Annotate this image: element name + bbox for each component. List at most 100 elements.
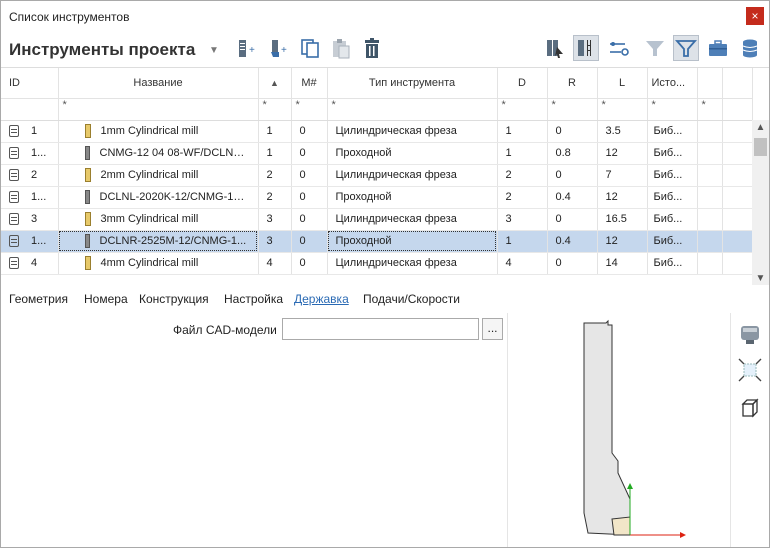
database-icon[interactable]: [737, 35, 763, 61]
m-cell[interactable]: 0: [291, 208, 328, 231]
d-cell[interactable]: 2: [497, 186, 548, 209]
add-tool-icon[interactable]: +: [233, 35, 259, 61]
id-cell[interactable]: 4: [1, 252, 59, 275]
column-header-type[interactable]: Тип инструмента: [327, 68, 498, 99]
table-row[interactable]: 2 2mm Cylindrical mill 2 0 Цилиндрическая фр…: [1, 164, 753, 187]
l-cell[interactable]: 12: [597, 230, 648, 253]
filter-cell[interactable]: *: [58, 98, 259, 121]
column-header-d[interactable]: D: [497, 68, 548, 99]
n-cell[interactable]: 3: [258, 208, 292, 231]
type-cell[interactable]: Проходной: [327, 186, 498, 209]
l-cell[interactable]: 7: [597, 164, 648, 187]
holder-preview[interactable]: [507, 313, 731, 547]
column-header-id[interactable]: ID: [1, 68, 59, 99]
l-cell[interactable]: 12: [597, 186, 648, 209]
filter-cell[interactable]: [1, 98, 59, 121]
tab-geometry[interactable]: Геометрия: [9, 292, 68, 306]
tab-holder[interactable]: Державка: [294, 292, 349, 306]
n-cell[interactable]: 2: [258, 164, 292, 187]
type-cell[interactable]: Проходной: [327, 230, 498, 253]
id-cell[interactable]: 3: [1, 208, 59, 231]
extra-cell[interactable]: [697, 252, 723, 275]
tab-numbers[interactable]: Номера: [84, 292, 128, 306]
holder-3d-icon[interactable]: [733, 319, 767, 349]
src-cell[interactable]: Биб...: [647, 186, 698, 209]
src-cell[interactable]: Биб...: [647, 230, 698, 253]
m-cell[interactable]: 0: [291, 120, 328, 143]
type-cell[interactable]: Цилиндрическая фреза: [327, 120, 498, 143]
scroll-up-icon[interactable]: ▲: [752, 122, 769, 133]
id-cell[interactable]: 1...: [1, 186, 59, 209]
m-cell[interactable]: 0: [291, 230, 328, 253]
tab-setup[interactable]: Настройка: [224, 292, 283, 306]
id-cell[interactable]: 1...: [1, 142, 59, 165]
column-header-r[interactable]: R: [547, 68, 598, 99]
m-cell[interactable]: 0: [291, 142, 328, 165]
extra-cell[interactable]: [697, 208, 723, 231]
l-cell[interactable]: 16.5: [597, 208, 648, 231]
chevron-down-icon[interactable]: ▼: [209, 45, 219, 56]
n-cell[interactable]: 3: [258, 230, 292, 253]
column-header-name[interactable]: Название: [58, 68, 259, 99]
d-cell[interactable]: 2: [497, 164, 548, 187]
l-cell[interactable]: 14: [597, 252, 648, 275]
src-cell[interactable]: Биб...: [647, 208, 698, 231]
name-cell[interactable]: DCLNL-2020K-12/CNMG-12 ...: [58, 186, 259, 209]
tab-feeds-speeds[interactable]: Подачи/Скорости: [363, 292, 460, 306]
filter-cell[interactable]: *: [597, 98, 648, 121]
id-cell[interactable]: 1: [1, 120, 59, 143]
r-cell[interactable]: 0: [547, 252, 598, 275]
filter-cell[interactable]: *: [547, 98, 598, 121]
table-row[interactable]: 1... DCLNL-2020K-12/CNMG-12 ... 2 0 Проходно…: [1, 186, 753, 209]
r-cell[interactable]: 0: [547, 164, 598, 187]
filter-cell[interactable]: *: [327, 98, 498, 121]
r-cell[interactable]: 0.4: [547, 230, 598, 253]
extra-cell[interactable]: [697, 186, 723, 209]
table-row[interactable]: 1... CNMG-12 04 08-WF/DCLNR... 1 0 Проходной…: [1, 142, 753, 165]
filter-cell[interactable]: *: [258, 98, 292, 121]
name-cell[interactable]: DCLNR-2525M-12/CNMG-1...: [58, 230, 259, 253]
scroll-down-icon[interactable]: ▼: [752, 273, 769, 284]
n-cell[interactable]: 1: [258, 142, 292, 165]
copy-icon[interactable]: [297, 35, 323, 61]
column-header-l[interactable]: L: [597, 68, 648, 99]
paste-icon[interactable]: [328, 35, 354, 61]
tool-assembly-icon[interactable]: [541, 35, 567, 61]
name-cell[interactable]: 3mm Cylindrical mill: [58, 208, 259, 231]
vertical-scrollbar[interactable]: ▲ ▼: [752, 120, 769, 285]
src-cell[interactable]: Биб...: [647, 252, 698, 275]
d-cell[interactable]: 3: [497, 208, 548, 231]
add-holder-icon[interactable]: +: [265, 35, 291, 61]
name-cell[interactable]: 2mm Cylindrical mill: [58, 164, 259, 187]
tab-construction[interactable]: Конструкция: [139, 292, 209, 306]
filter-cell[interactable]: *: [697, 98, 723, 121]
filter-cell[interactable]: *: [497, 98, 548, 121]
column-header-extra[interactable]: [697, 68, 723, 99]
id-cell[interactable]: 2: [1, 164, 59, 187]
toolbox-icon[interactable]: [705, 35, 731, 61]
table-row[interactable]: 4 4mm Cylindrical mill 4 0 Цилиндрическая фр…: [1, 252, 753, 275]
tool-view-icon[interactable]: [573, 35, 599, 61]
column-header-sort[interactable]: ▲: [258, 68, 292, 99]
n-cell[interactable]: 4: [258, 252, 292, 275]
name-cell[interactable]: CNMG-12 04 08-WF/DCLNR...: [58, 142, 259, 165]
filter-cell[interactable]: *: [291, 98, 328, 121]
type-cell[interactable]: Цилиндрическая фреза: [327, 208, 498, 231]
m-cell[interactable]: 0: [291, 186, 328, 209]
m-cell[interactable]: 0: [291, 164, 328, 187]
browse-button[interactable]: ...: [482, 318, 503, 340]
d-cell[interactable]: 1: [497, 230, 548, 253]
type-cell[interactable]: Цилиндрическая фреза: [327, 164, 498, 187]
filter-cell[interactable]: *: [647, 98, 698, 121]
extra-cell[interactable]: [697, 120, 723, 143]
m-cell[interactable]: 0: [291, 252, 328, 275]
type-cell[interactable]: Проходной: [327, 142, 498, 165]
cube-view-icon[interactable]: [733, 393, 767, 423]
filter-active-icon[interactable]: [673, 35, 699, 61]
r-cell[interactable]: 0: [547, 208, 598, 231]
src-cell[interactable]: Биб...: [647, 120, 698, 143]
name-cell[interactable]: 4mm Cylindrical mill: [58, 252, 259, 275]
type-cell[interactable]: Цилиндрическая фреза: [327, 252, 498, 275]
connection-icon[interactable]: [605, 35, 631, 61]
table-row[interactable]: 1... DCLNR-2525M-12/CNMG-1... 3 0 Проходной 1…: [1, 230, 753, 253]
